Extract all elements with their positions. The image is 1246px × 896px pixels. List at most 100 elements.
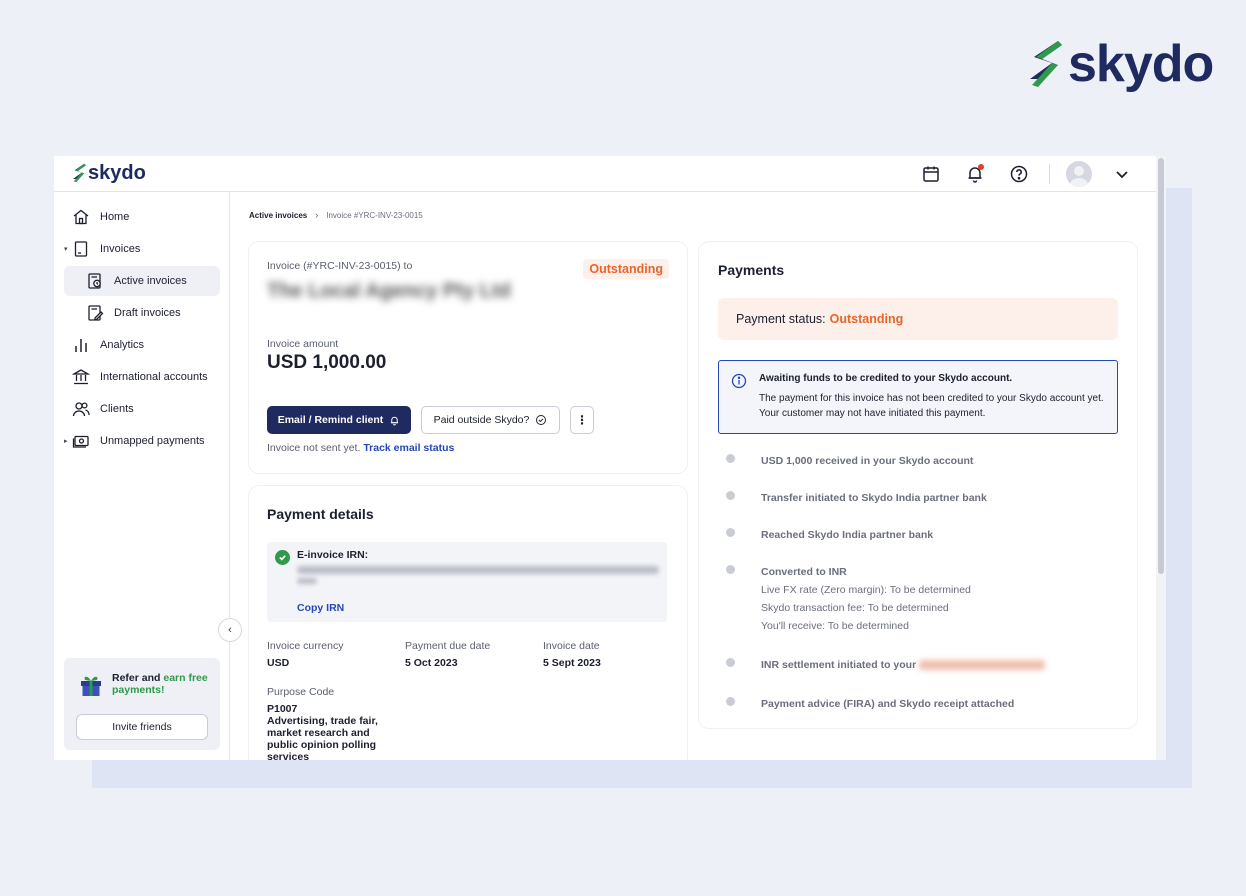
breadcrumb: Active invoices › Invoice #YRC-INV-23-00… <box>249 210 423 220</box>
remind-client-label: Email / Remind client <box>277 414 384 426</box>
users-icon <box>72 402 90 417</box>
analytics-icon <box>75 339 87 352</box>
app-logo[interactable]: skydo <box>72 162 146 184</box>
help-icon <box>1010 165 1028 183</box>
timeline-dot <box>726 658 735 667</box>
paid-outside-button[interactable]: Paid outside Skydo? <box>421 406 560 434</box>
bell-icon <box>391 416 399 425</box>
timeline-step: USD 1,000 received in your Skydo account <box>726 452 973 470</box>
info-icon <box>731 373 747 389</box>
invoice-to-label: Invoice (#YRC-INV-23-0015) to <box>267 260 413 272</box>
invite-friends-button[interactable]: Invite friends <box>76 714 208 740</box>
invoice-date-field: Invoice date 5 Sept 2023 <box>543 640 601 669</box>
draft-invoice-icon <box>88 305 104 321</box>
status-badge: Outstanding <box>583 259 669 279</box>
sidebar-item-label: Active invoices <box>114 275 187 287</box>
invoice-currency-field: Invoice currency USD <box>267 640 344 669</box>
remind-client-button[interactable]: Email / Remind client <box>267 406 411 434</box>
help-button[interactable] <box>1005 160 1033 188</box>
sidebar-item-unmapped-payments[interactable]: Unmapped payments <box>64 426 220 456</box>
timeline-step: Payment advice (FIRA) and Skydo receipt … <box>726 695 1014 713</box>
info-title: Awaiting funds to be credited to your Sk… <box>759 373 1013 384</box>
timeline-step: Transfer initiated to Skydo India partne… <box>726 489 987 507</box>
sidebar-item-clients[interactable]: Clients <box>64 394 220 424</box>
brand-wordmark: skydo <box>1068 35 1214 93</box>
home-icon <box>73 209 89 225</box>
client-name: The Local Agency Pty Ltd <box>267 280 511 302</box>
sidebar-item-label: Analytics <box>100 339 145 351</box>
timeline-dot <box>726 491 735 500</box>
irn-value-redacted <box>297 578 317 584</box>
invoice-amount: USD 1,000.00 <box>267 352 387 373</box>
money-icon <box>72 435 89 448</box>
sidebar-item-label: Draft invoices <box>114 307 181 319</box>
purpose-code-field: Purpose Code P1007 Advertising, trade fa… <box>267 686 378 760</box>
sidebar-item-label: Unmapped payments <box>100 435 205 447</box>
payment-status-label: Payment status: <box>736 312 826 326</box>
payment-status-box: Payment status: Outstanding <box>718 298 1118 340</box>
timeline-step: Reached Skydo India partner bank <box>726 526 933 544</box>
scrollbar[interactable] <box>1156 156 1166 760</box>
sidebar: Home ▾ Invoices Active invoices Draft in… <box>54 192 230 760</box>
payment-details-title: Payment details <box>267 506 374 522</box>
top-bar: skydo <box>54 156 1156 192</box>
success-check-icon <box>275 550 290 565</box>
timeline-step: Converted to INR Live FX rate (Zero marg… <box>726 563 971 635</box>
account-menu-button[interactable] <box>1108 160 1136 188</box>
copy-irn-link[interactable]: Copy IRN <box>297 602 344 614</box>
check-circle-icon <box>536 415 547 425</box>
irn-label: E-invoice IRN: <box>297 549 369 561</box>
scrollbar-thumb[interactable] <box>1158 158 1164 574</box>
calendar-button[interactable] <box>917 160 945 188</box>
track-email-status-link[interactable]: Track email status <box>363 442 454 454</box>
paid-outside-label: Paid outside Skydo? <box>433 414 530 426</box>
breadcrumb-current: Invoice #YRC-INV-23-0015 <box>326 210 423 220</box>
notification-dot <box>978 164 984 170</box>
timeline-dot <box>726 528 735 537</box>
payment-details-card: Payment details E-invoice IRN: Copy IRN … <box>249 486 687 760</box>
sidebar-item-home[interactable]: Home <box>64 202 220 232</box>
payment-status-value: Outstanding <box>829 312 904 326</box>
divider <box>1049 164 1050 184</box>
collapse-sidebar-button[interactable]: ‹ <box>218 618 242 642</box>
more-options-button[interactable]: ⋮ <box>570 406 594 434</box>
payment-due-date-field: Payment due date 5 Oct 2023 <box>405 640 491 669</box>
chevron-right-icon: › <box>315 210 319 220</box>
sidebar-item-draft-invoices[interactable]: Draft invoices <box>64 298 220 328</box>
info-alert: Awaiting funds to be credited to your Sk… <box>718 360 1118 434</box>
sidebar-item-analytics[interactable]: Analytics <box>64 330 220 360</box>
active-invoice-icon <box>88 273 101 289</box>
sidebar-item-international-accounts[interactable]: International accounts <box>64 362 220 392</box>
skydo-logo-mark-icon <box>1030 41 1062 87</box>
refer-card: Refer and earn free payments! Invite fri… <box>64 658 220 750</box>
refer-text: Refer and earn free payments! <box>112 672 208 696</box>
irn-value-redacted <box>297 566 659 574</box>
timeline-dot <box>726 565 735 574</box>
app-window: skydo Home ▾ Invoices Active invoices Dr… <box>54 156 1166 760</box>
breadcrumb-active-invoices[interactable]: Active invoices <box>249 211 307 220</box>
sidebar-item-label: Invoices <box>100 243 141 255</box>
notifications-button[interactable] <box>961 160 989 188</box>
payments-title: Payments <box>718 262 785 278</box>
gift-icon <box>81 676 101 696</box>
top-icons <box>917 160 1136 188</box>
skydo-logo-mark-icon <box>73 163 86 183</box>
invoice-summary-card: Invoice (#YRC-INV-23-0015) to Outstandin… <box>249 242 687 473</box>
timeline-dot <box>726 454 735 463</box>
app-wordmark: skydo <box>88 162 146 184</box>
sidebar-item-label: International accounts <box>100 371 208 383</box>
account-redacted <box>919 660 1046 671</box>
timeline-step: INR settlement initiated to your <box>726 656 1046 674</box>
sidebar-item-active-invoices[interactable]: Active invoices <box>64 266 220 296</box>
info-body: The payment for this invoice has not bee… <box>759 393 1104 419</box>
email-status-text: Invoice not sent yet. Track email status <box>267 442 455 454</box>
calendar-icon <box>923 166 939 182</box>
invoice-amount-label: Invoice amount <box>267 338 339 350</box>
sidebar-item-invoices[interactable]: Invoices <box>64 234 220 264</box>
sidebar-item-label: Home <box>100 211 130 223</box>
invoice-icon <box>74 241 88 257</box>
irn-box: E-invoice IRN: Copy IRN <box>267 542 667 622</box>
bank-icon <box>72 369 90 385</box>
avatar[interactable] <box>1066 161 1092 187</box>
chevron-left-icon: ‹ <box>228 624 232 636</box>
